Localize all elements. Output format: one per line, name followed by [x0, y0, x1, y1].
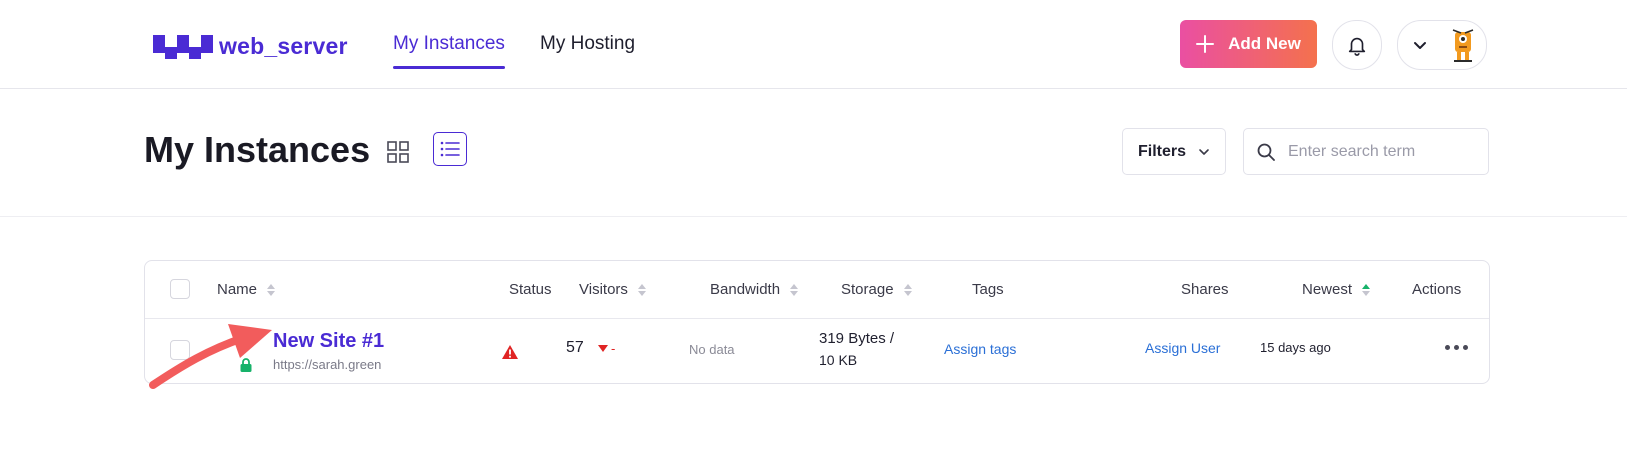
site-url: https://sarah.green: [273, 357, 382, 372]
column-header-name[interactable]: Name: [217, 281, 276, 298]
list-view-button[interactable]: [433, 132, 467, 166]
column-actions-label: Actions: [1412, 281, 1462, 298]
page-header-section: My Instances Filters: [0, 88, 1627, 217]
column-bandwidth-label: Bandwidth: [710, 281, 781, 298]
sort-icon: [637, 283, 646, 296]
filters-label: Filters: [1138, 142, 1187, 160]
row-checkbox[interactable]: [170, 340, 190, 360]
site-name-link[interactable]: New Site #1: [273, 330, 384, 353]
bandwidth-value: No data: [689, 342, 735, 357]
search-input[interactable]: [1286, 141, 1480, 162]
column-newest-label: Newest: [1302, 281, 1353, 298]
add-new-button[interactable]: Add New: [1180, 20, 1317, 68]
user-menu-button[interactable]: [1397, 20, 1487, 70]
robot-avatar-icon: [1452, 29, 1474, 62]
column-header-visitors[interactable]: Visitors: [579, 281, 646, 298]
page-title: My Instances: [144, 129, 371, 170]
sort-icon: [267, 283, 276, 296]
column-header-bandwidth[interactable]: Bandwidth: [710, 281, 799, 298]
column-header-newest[interactable]: Newest: [1302, 281, 1371, 298]
more-actions-button[interactable]: [1445, 345, 1468, 350]
column-shares-label: Shares: [1181, 281, 1229, 298]
select-all-checkbox[interactable]: [170, 279, 190, 299]
logo[interactable]: web_server: [153, 33, 348, 60]
chevron-down-icon: [1414, 42, 1426, 49]
dot: [1454, 345, 1459, 350]
search-icon: [1257, 143, 1275, 161]
visitors-change: -: [611, 341, 616, 356]
dot: [1445, 345, 1450, 350]
warning-icon[interactable]: [501, 344, 519, 360]
sort-icon-active: [1362, 283, 1371, 296]
column-tags-label: Tags: [972, 281, 1004, 298]
add-new-label: Add New: [1228, 34, 1301, 53]
column-header-storage[interactable]: Storage: [841, 281, 912, 298]
grid-view-button[interactable]: [385, 139, 411, 165]
logo-text: web_server: [219, 33, 348, 59]
column-storage-label: Storage: [841, 281, 894, 298]
assign-user-link[interactable]: Assign User: [1145, 340, 1220, 356]
storage-limit: 10 KB: [819, 352, 858, 368]
column-name-label: Name: [217, 281, 258, 298]
sort-icon: [903, 283, 912, 296]
instances-table: Name Status Visitors Bandwidth Storage T…: [144, 260, 1490, 384]
bell-icon: [1348, 37, 1366, 56]
column-header-actions: Actions: [1412, 281, 1461, 298]
assign-tags-link[interactable]: Assign tags: [944, 341, 1016, 357]
lock-icon: [240, 358, 252, 372]
table-header: Name Status Visitors Bandwidth Storage T…: [145, 261, 1489, 319]
column-header-tags: Tags: [972, 281, 1004, 298]
logo-icon: [153, 34, 213, 59]
filters-button[interactable]: Filters: [1122, 128, 1226, 175]
search-box: [1243, 128, 1489, 175]
dot: [1463, 345, 1468, 350]
created-date: 15 days ago: [1260, 340, 1331, 355]
column-visitors-label: Visitors: [579, 281, 628, 298]
trend-down-icon: [598, 345, 608, 352]
notifications-button[interactable]: [1332, 20, 1382, 70]
column-header-status: Status: [509, 281, 552, 298]
sort-icon: [790, 283, 799, 296]
plus-icon: [1196, 35, 1215, 53]
tab-my-instances[interactable]: My Instances: [393, 33, 505, 69]
storage-used: 319 Bytes /: [819, 330, 895, 347]
list-icon: [440, 141, 460, 157]
chevron-down-icon: [1199, 148, 1209, 155]
visitors-count: 57: [566, 339, 584, 356]
column-status-label: Status: [509, 281, 552, 298]
top-navigation-bar: web_server My Instances My Hosting Add N…: [0, 0, 1627, 89]
grid-icon: [387, 141, 409, 163]
avatar: [1441, 22, 1485, 66]
tab-my-hosting[interactable]: My Hosting: [540, 33, 635, 55]
column-header-shares: Shares: [1181, 281, 1229, 298]
